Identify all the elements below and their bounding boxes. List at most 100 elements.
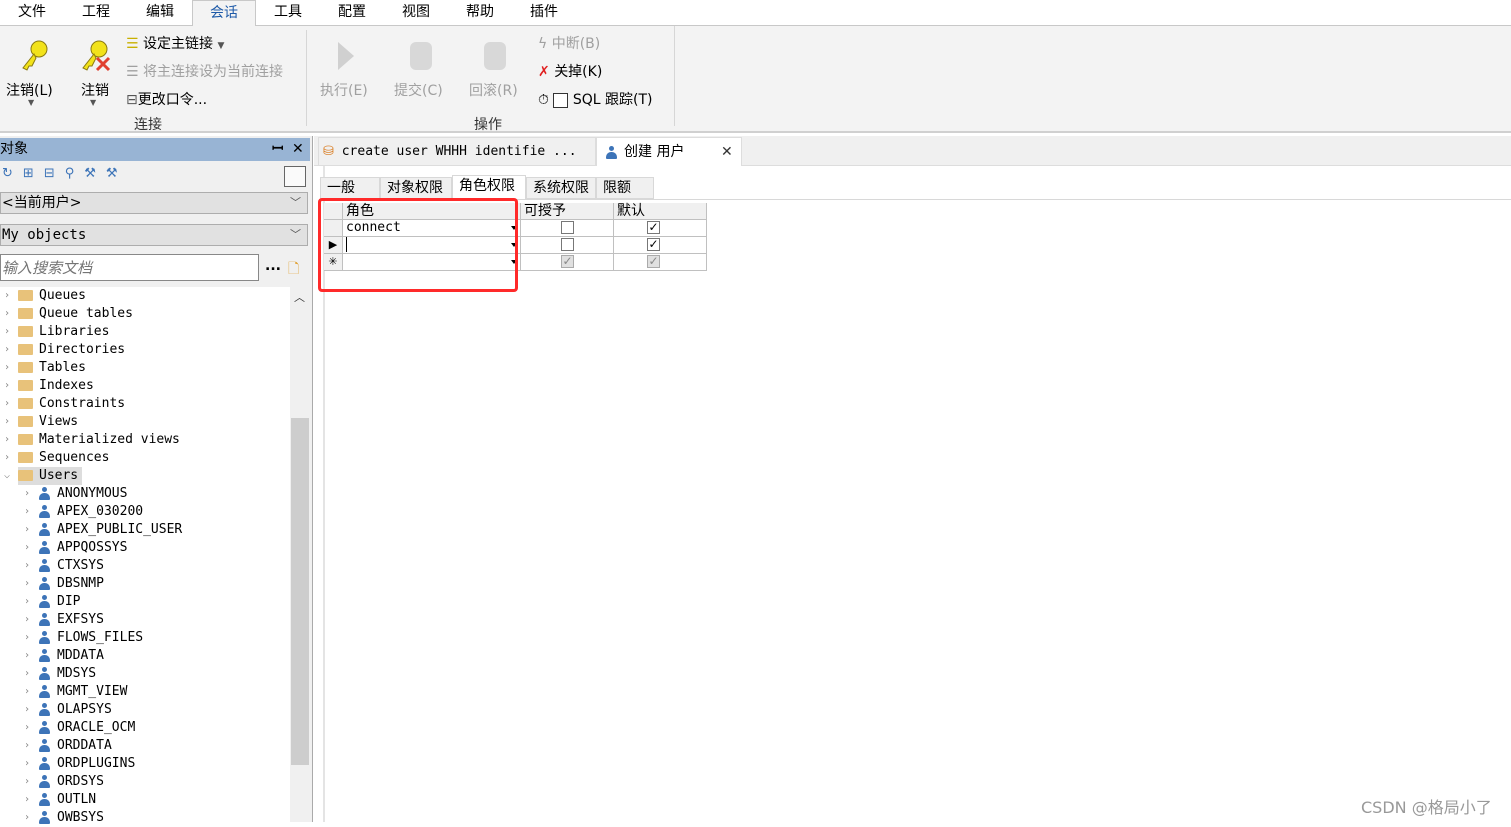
expand-icon[interactable]: › [24,557,30,575]
default-checkbox[interactable]: ✓ [647,221,660,234]
expand-icon[interactable]: › [24,629,30,647]
default-cell[interactable]: ✓ [614,220,707,237]
scrollbar-thumb[interactable] [291,418,309,765]
grantable-cell[interactable] [521,237,614,254]
default-checkbox[interactable]: ✓ [647,238,660,251]
expand-icon[interactable]: › [4,287,10,305]
filter-icon[interactable]: ⚒ [84,166,106,181]
more-button[interactable]: ... [265,258,281,274]
expand-icon[interactable]: › [4,377,10,395]
menu-6[interactable]: 视图 [384,0,448,26]
folder-icon [18,398,33,409]
expand-icon[interactable]: › [24,575,30,593]
dropdown-arrow-icon[interactable]: ▼ [90,98,96,107]
logoff-button[interactable]: 注销 [81,80,109,100]
expand-icon[interactable]: › [4,413,10,431]
expand-icon[interactable]: › [24,755,30,773]
grantable-checkbox[interactable]: ✓ [561,255,574,268]
rollback-button[interactable]: 回滚(R) [469,80,518,100]
expand-icon[interactable]: › [24,791,30,809]
expand-icon[interactable]: › [24,809,30,827]
expand-icon[interactable]: › [24,521,30,539]
collapse-icon[interactable]: ⌵ [4,467,10,485]
subtab-0[interactable]: 一般 [320,177,380,199]
subtab-3[interactable]: 系统权限 [526,177,596,199]
menu-8[interactable]: 插件 [512,0,576,26]
expand-icon[interactable]: › [24,701,30,719]
expand-icon[interactable]: › [24,593,30,611]
expand-icon[interactable]: › [4,359,10,377]
menu-5[interactable]: 配置 [320,0,384,26]
user-combo[interactable]: <当前用户> ﹀ [0,192,308,214]
new-document-icon[interactable]: 🗋 [288,258,299,282]
expand-icon[interactable]: ⊞ [23,166,44,181]
expand-icon[interactable]: › [4,449,10,467]
color-button[interactable] [284,166,306,187]
filter-edit-icon[interactable]: ⚒ [106,166,128,181]
close-tab-icon[interactable]: ✕ [721,138,733,166]
expand-icon[interactable]: › [24,647,30,665]
expand-icon[interactable]: › [24,737,30,755]
change-password-button[interactable]: ⊟更改口令... [126,89,207,109]
tree-item-label: Queue tables [39,306,133,321]
filter-combo[interactable]: My objects ﹀ [0,224,308,246]
commit-button[interactable]: 提交(C) [394,80,443,100]
menu-2[interactable]: 编辑 [128,0,192,26]
refresh-icon[interactable]: ↻ [2,166,23,181]
sql-trace-checkbox[interactable] [553,92,569,108]
pin-icon[interactable]: ꟷ [272,138,283,160]
expand-icon[interactable]: › [4,305,10,323]
expand-icon[interactable]: › [24,611,30,629]
grantable-checkbox[interactable] [561,221,574,234]
tree-item-label: FLOWS_FILES [57,630,144,645]
menu-3[interactable]: 会话 [192,0,256,27]
expand-icon[interactable]: › [4,341,10,359]
sql-trace-toggle[interactable]: ⏱ SQL 跟踪(T) [538,89,652,109]
find-icon[interactable]: ⚲ [65,166,85,181]
menu-7[interactable]: 帮助 [448,0,512,26]
expand-icon[interactable]: › [4,395,10,413]
expand-icon[interactable]: › [24,503,30,521]
set-main-current-button[interactable]: ☰ 将主连接设为当前连接 [126,61,283,81]
expand-icon[interactable]: › [24,485,30,503]
grantable-checkbox[interactable] [561,238,574,251]
menu-1[interactable]: 工程 [64,0,128,26]
menu-4[interactable]: 工具 [256,0,320,26]
folder-icon [18,452,33,463]
expand-icon[interactable]: › [24,773,30,791]
tab-label: 创建 用户 [624,144,685,160]
user-icon [38,523,51,536]
tab-sql-window[interactable]: ⛁ create user WHHH identifie ... [318,137,596,166]
subtab-1[interactable]: 对象权限 [380,177,452,199]
folder-icon [18,362,33,373]
default-cell[interactable]: ✓ [614,254,707,271]
subtab-4[interactable]: 限额 [596,177,654,199]
collapse-icon[interactable]: ⊟ [44,166,65,181]
kill-button[interactable]: ✗ 关掉(K) [538,61,602,81]
break-button[interactable]: ϟ 中断(B) [538,33,600,53]
expand-icon[interactable]: › [4,431,10,449]
logoff-l-button[interactable]: 注销(L) [6,80,53,100]
expand-icon[interactable]: › [24,719,30,737]
close-icon[interactable]: ✕ [292,138,304,160]
tree-item-label: OUTLN [57,792,97,807]
grantable-cell[interactable] [521,220,614,237]
search-input[interactable] [0,254,259,281]
subtab-2[interactable]: 角色权限 [452,175,526,200]
execute-button[interactable]: 执行(E) [320,80,368,100]
expand-icon[interactable]: › [24,665,30,683]
column-header[interactable]: 可授予 [521,203,614,220]
dropdown-arrow-icon[interactable]: ▼ [28,98,34,107]
default-cell[interactable]: ✓ [614,237,707,254]
expand-icon[interactable]: › [24,539,30,557]
expand-icon[interactable]: › [24,683,30,701]
column-header[interactable]: 默认 [614,203,707,220]
set-main-connection-button[interactable]: ☰ 设定主链接 ▼ [126,33,224,53]
default-checkbox[interactable]: ✓ [647,255,660,268]
tab-create-user[interactable]: 创建 用户 ✕ [596,137,742,166]
menu-0[interactable]: 文件 [0,0,64,26]
grantable-cell[interactable]: ✓ [521,254,614,271]
scroll-up-icon[interactable]: ︿ [294,289,305,305]
expand-icon[interactable]: › [4,323,10,341]
divider [674,26,675,126]
